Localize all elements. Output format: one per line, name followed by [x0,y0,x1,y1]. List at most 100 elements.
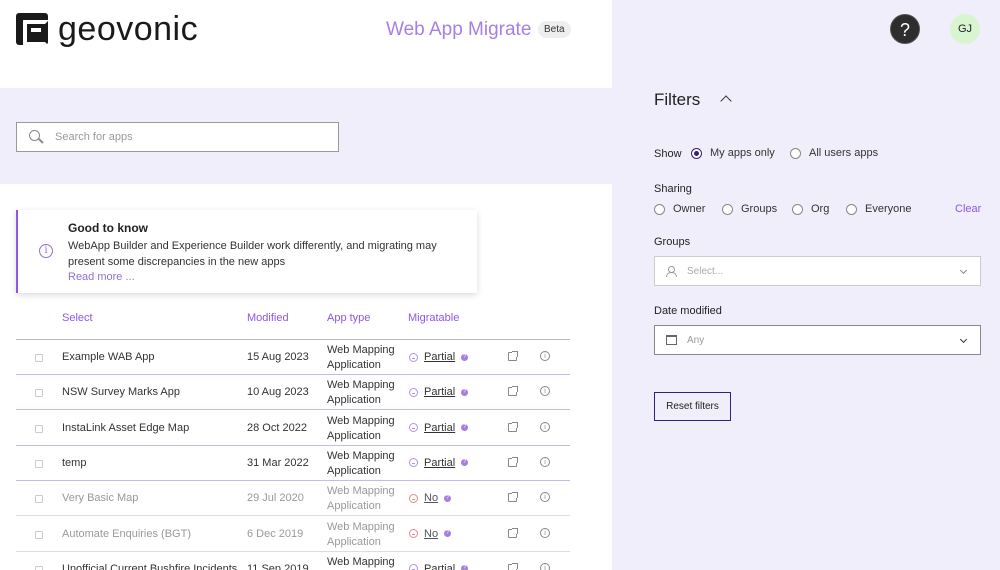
open-external-icon[interactable] [508,456,518,467]
date-modified-select[interactable]: Any [654,325,981,355]
radio-label: My apps only [710,147,775,159]
open-external-icon[interactable] [508,351,518,361]
radio-icon [790,147,801,159]
table-row[interactable]: InstaLink Asset Edge Map 28 Oct 2022 Web M… [16,411,570,446]
modified-date: 31 Mar 2022 [247,456,309,469]
info-icon[interactable]: i [540,492,550,503]
status-face-icon [409,387,418,397]
header-migratable[interactable]: Migratable [408,312,459,324]
question-icon[interactable]: ? [444,530,452,537]
status-face-icon [409,352,418,362]
question-icon[interactable]: ? [461,424,469,432]
table-row[interactable]: Example WAB App 15 Aug 2023 Web Mapping App… [16,340,570,375]
status-face-icon [409,423,418,433]
migratable-link[interactable]: Partial [424,422,455,434]
notice-title: Good to know [68,221,148,235]
app-name[interactable]: InstaLink Asset Edge Map [62,422,189,434]
open-external-icon[interactable] [508,527,518,538]
row-checkbox[interactable] [35,424,43,433]
chevron-up-icon[interactable] [720,95,732,107]
migratable-link[interactable]: Partial [424,457,455,469]
app-name[interactable]: Example WAB App [62,351,155,363]
logo[interactable]: geovonic [16,10,199,48]
migratable-status: Partial? [409,563,469,570]
row-checkbox[interactable] [35,495,43,504]
status-face-icon [409,529,418,538]
app-type: Web Mapping Application [327,520,395,550]
app-type-line: Web Mapping [327,555,395,568]
clear-sharing-link[interactable]: Clear [955,203,981,215]
show-label: Show [654,148,682,160]
table-row[interactable]: temp 31 Mar 2022 Web Mapping Application Par… [16,446,570,481]
app-type-line: Application [327,500,381,513]
table-row[interactable]: NSW Survey Marks App 10 Aug 2023 Web Mappi… [16,375,570,411]
status-face-icon [409,493,418,503]
modified-date: 11 Sep 2019 [247,562,309,570]
radio-everyone[interactable]: Everyone [846,203,911,215]
row-checkbox[interactable] [35,389,43,398]
migratable-link[interactable]: Partial [424,386,455,398]
migratable-status: Partial? [409,351,469,363]
table-row[interactable]: Automate Enquiries (BGT) 6 Dec 2019 Web Ma… [16,517,570,552]
logo-mark-icon [16,13,49,46]
calendar-icon [666,335,677,345]
help-button[interactable]: ? [890,14,920,44]
migratable-link[interactable]: Partial [424,563,455,570]
info-icon[interactable]: i [540,386,550,397]
info-icon[interactable]: i [540,562,550,570]
question-icon[interactable]: ? [461,459,469,467]
logo-text: geovonic [58,10,199,48]
radio-all-users[interactable]: All users apps [790,147,878,159]
question-icon[interactable]: ? [461,353,469,361]
app-name[interactable]: Unofficial Current Bushfire Incidents [62,563,237,570]
radio-label: Org [811,203,830,215]
app-type-line: Web Mapping [327,344,395,356]
radio-icon [722,203,733,215]
row-checkbox[interactable] [35,565,43,570]
app-name[interactable]: NSW Survey Marks App [62,386,180,398]
avatar[interactable]: GJ [950,14,980,44]
row-checkbox[interactable] [35,530,43,539]
migratable-link[interactable]: No [424,492,438,504]
migratable-link[interactable]: Partial [424,351,455,363]
question-icon[interactable]: ? [461,565,469,570]
info-icon[interactable]: i [540,456,550,467]
row-checkbox[interactable] [35,354,43,362]
read-more-link[interactable]: Read more ... [68,271,135,283]
groups-select[interactable]: Select... [654,256,981,286]
header-modified[interactable]: Modified [247,312,289,324]
filters-title: Filters [654,90,701,109]
open-external-icon[interactable] [508,492,518,503]
info-icon[interactable]: i [540,351,550,361]
app-name[interactable]: Very Basic Map [62,492,138,504]
reset-filters-button[interactable]: Reset filters [654,392,731,421]
app-name[interactable]: Automate Enquiries (BGT) [62,528,191,540]
migratable-link[interactable]: No [424,528,438,540]
search-input[interactable] [55,131,315,143]
open-external-icon[interactable] [508,421,518,432]
open-external-icon[interactable] [508,562,518,570]
radio-label: Groups [741,203,778,215]
search-box[interactable] [16,122,339,152]
question-icon[interactable]: ? [444,494,452,502]
radio-my-apps[interactable]: My apps only [691,147,775,159]
app-type-line: Application [327,394,381,407]
radio-org[interactable]: Org [792,203,829,215]
chevron-down-icon [959,266,968,275]
radio-groups[interactable]: Groups [722,203,777,215]
header-app-type[interactable]: App type [327,312,370,324]
app-type-line: Web Mapping [327,520,395,533]
app-name[interactable]: temp [62,457,86,469]
info-icon[interactable]: i [540,527,550,538]
info-icon[interactable]: i [540,421,550,432]
open-external-icon[interactable] [508,386,518,397]
table-header: Select Modified App type Migratable [16,304,570,340]
row-checkbox[interactable] [35,459,43,468]
radio-owner[interactable]: Owner [654,203,705,215]
search-band [0,88,612,184]
question-icon[interactable]: ? [461,388,469,396]
table-row[interactable]: Very Basic Map 29 Jul 2020 Web Mapping Appl… [16,481,570,517]
app-type-line: Web Mapping [327,414,395,427]
header-select[interactable]: Select [62,312,93,324]
table-row[interactable]: Unofficial Current Bushfire Incidents 11 … [16,552,570,570]
